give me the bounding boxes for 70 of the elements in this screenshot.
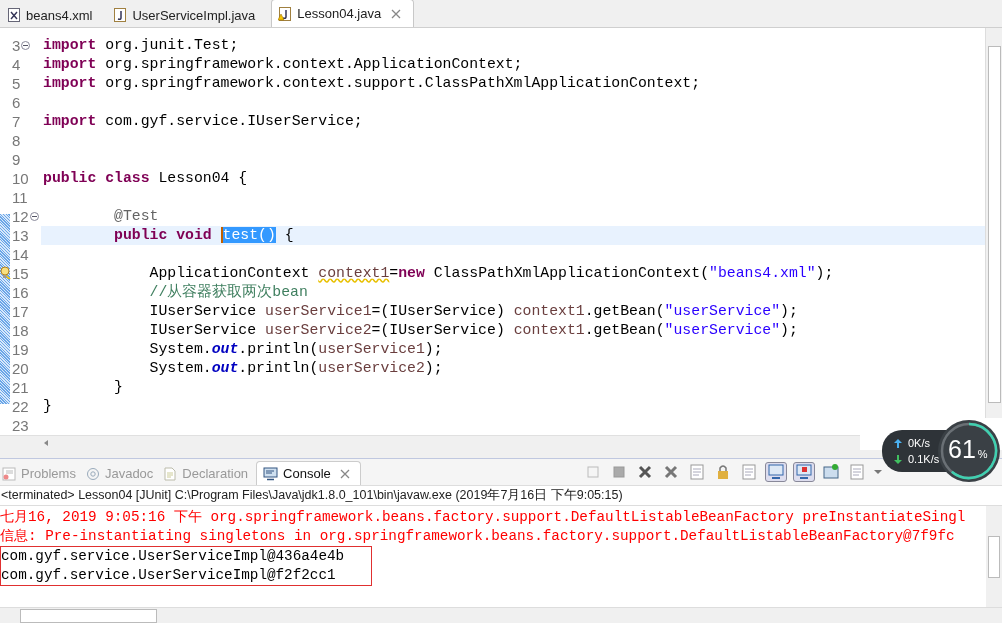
line-number: 8 [12, 132, 21, 149]
code-line: //从容器获取两次bean [148, 283, 309, 302]
java-file-icon [114, 8, 127, 22]
code-line: IUserService userService2=(IUserService) context1.getBean("userService"); [148, 321, 799, 340]
panel-tab[interactable]: Console [256, 461, 361, 485]
line-number: 5 [12, 75, 21, 92]
code-line: public class Lesson04 { [42, 169, 249, 188]
line-number: 4 [12, 56, 21, 73]
code-line: @Test [113, 207, 160, 226]
line-number: 11 [12, 189, 28, 206]
left-arrow-icon[interactable] [42, 439, 50, 447]
code-line: import org.junit.Test; [42, 36, 240, 55]
code-line: System.out.println(userService2); [148, 359, 444, 378]
horizontal-scrollbar[interactable] [0, 435, 860, 450]
close-icon[interactable] [339, 468, 350, 479]
line-number: 13 [12, 227, 29, 244]
line-number: 20 [12, 360, 29, 377]
line-number: 3 [12, 37, 21, 54]
output-line: com.gyf.service.UserServiceImpl@436a4e4b [1, 547, 346, 566]
log-line: 七月16, 2019 9:05:16 下午 org.springframework.beans.factory.support.DefaultListableBeanFactory preInstantiateSingl [0, 508, 967, 527]
line-number: 14 [12, 246, 29, 263]
line-number: 18 [12, 322, 29, 339]
editor-tab[interactable]: beans4.xml [2, 3, 105, 27]
usage-ring [938, 420, 1000, 482]
monitor-icon [263, 466, 279, 481]
console-status: <terminated> Lesson04 [JUnit] C:\Program Files\Java\jdk1.8.0_101\bin\javaw.exe (2019年7月16日 下午9:05:15) [0, 486, 1002, 506]
line-number: 22 [12, 398, 29, 415]
pin-icon[interactable] [820, 463, 841, 481]
at-sign-icon [85, 466, 100, 481]
code-line: } [113, 378, 124, 397]
line-number: 10 [12, 170, 29, 187]
line-number: 23 [12, 417, 29, 434]
editor-tab[interactable]: Lesson04.java [271, 0, 415, 27]
download-rate: 0.1K/s [908, 453, 940, 465]
xml-file-icon [8, 8, 20, 22]
code-line: IUserService userService1=(IUserService) context1.getBean("userService"); [148, 302, 799, 321]
document-icon [163, 466, 178, 481]
show-error-icon[interactable] [792, 462, 815, 482]
upload-arrow-icon [894, 438, 902, 448]
line-number: 16 [12, 284, 29, 301]
editor-tab[interactable]: UserServiceImpl.java [108, 3, 268, 27]
java-file-warning-icon [278, 6, 292, 21]
collapse-icon[interactable] [21, 41, 31, 50]
warning-bulb-icon[interactable] [0, 266, 11, 280]
show-output-icon[interactable] [764, 462, 787, 482]
collapse-icon[interactable] [29, 212, 39, 221]
code-line: ApplicationContext context1=new ClassPathXmlApplicationContext("beans4.xml"); [148, 264, 835, 283]
close-icon[interactable] [391, 8, 402, 19]
code-line: import com.gyf.service.IUserService; [42, 112, 364, 131]
line-number: 21 [12, 379, 29, 396]
vertical-scrollbar[interactable] [986, 506, 1002, 607]
download-arrow-icon [894, 454, 902, 464]
vertical-scrollbar[interactable] [985, 28, 1002, 418]
line-number: 9 [12, 151, 21, 168]
line-number: 15 [12, 265, 29, 282]
line-number: 7 [12, 113, 21, 130]
upload-rate: 0K/s [908, 437, 930, 449]
horizontal-scrollbar[interactable] [0, 607, 1002, 623]
percent-unit: % [977, 448, 988, 460]
code-line: System.out.println(userService1); [148, 340, 444, 359]
line-number: 12 [12, 208, 29, 225]
line-number: 19 [12, 341, 29, 358]
code-line: import org.springframework.context.ApplicationContext; [42, 55, 524, 74]
output-line: com.gyf.service.UserServiceImpl@f2f2cc1 [1, 566, 337, 585]
code-line: import org.springframework.context.support.ClassPathXmlApplicationContext; [42, 74, 702, 93]
code-line: } [42, 397, 53, 416]
line-number: 17 [12, 303, 29, 320]
usage-percent: 61 [948, 435, 976, 464]
log-line: 信息: Pre-instantiating singletons in org.springframework.beans.factory.support.DefaultListableBeanFactory@7f9fc [0, 527, 956, 546]
line-number: 6 [12, 94, 21, 111]
